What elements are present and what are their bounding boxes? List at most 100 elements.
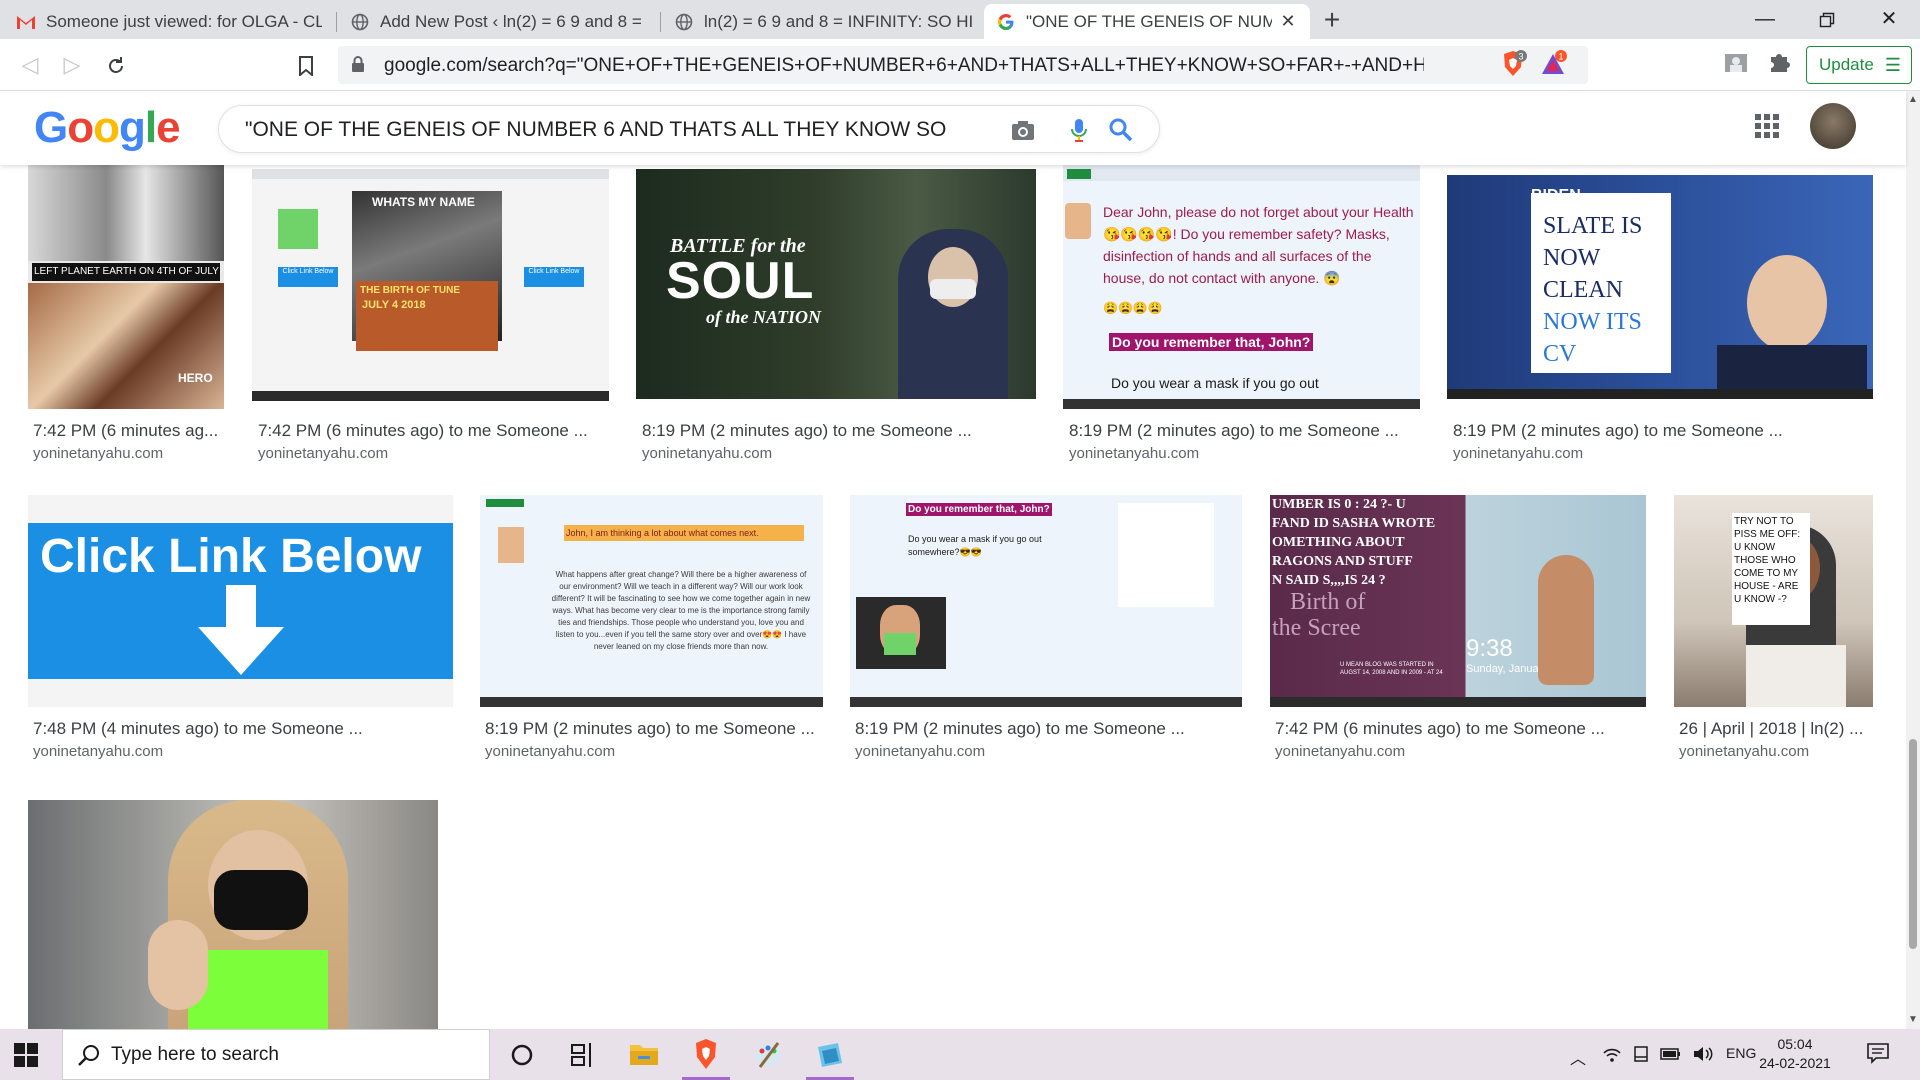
thumb-text: CV xyxy=(1543,341,1577,367)
tab-gmail[interactable]: Someone just viewed: for OLGA - CLEA xyxy=(4,4,334,39)
wifi-icon[interactable] xyxy=(1602,1045,1622,1068)
tab-title: ln(2) = 6 9 and 8 = INFINITY: SO HILLA xyxy=(704,11,972,31)
result-thumbnail[interactable]: BIDEN PRESIDENT SLATE IS NOW CLEAN NOW I… xyxy=(1447,175,1873,399)
forward-icon[interactable]: ▷ xyxy=(56,49,88,81)
image-result[interactable]: Click Link Below 7:48 PM (4 minutes ago)… xyxy=(28,495,453,795)
thumb-text: BIDEN xyxy=(1531,187,1581,204)
new-tab-button[interactable]: + xyxy=(1316,4,1348,36)
result-source[interactable]: yoninetanyahu.com xyxy=(258,445,388,462)
system-clock[interactable]: 05:04 24-02-2021 xyxy=(1756,1035,1834,1073)
result-source[interactable]: yoninetanyahu.com xyxy=(1679,743,1809,760)
scrollbar-thumb[interactable] xyxy=(1909,739,1917,949)
thumb-text: THE BIRTH OF TUNE xyxy=(360,285,460,296)
result-caption[interactable]: 7:42 PM (6 minutes ago) to me Someone ..… xyxy=(258,421,609,441)
volume-icon[interactable] xyxy=(1692,1045,1714,1068)
result-thumbnail[interactable]: BATTLE for the SOUL of the NATION xyxy=(636,169,1036,399)
task-view-icon[interactable] xyxy=(554,1029,610,1080)
result-source[interactable]: yoninetanyahu.com xyxy=(855,743,985,760)
result-source[interactable]: yoninetanyahu.com xyxy=(1453,445,1583,462)
result-thumbnail[interactable] xyxy=(28,800,438,1029)
cortana-icon[interactable] xyxy=(494,1029,550,1080)
update-button[interactable]: Update ☰ xyxy=(1806,46,1912,84)
thumb-text: TRY NOT TO PISS ME OFF: U KNOW THOSE WHO… xyxy=(1732,513,1810,625)
windows-start-icon[interactable] xyxy=(14,1043,38,1067)
close-window-icon[interactable]: ✕ xyxy=(1858,0,1920,39)
result-thumbnail[interactable]: WHATS MY NAME THE BIRTH OF TUNE JULY 4 2… xyxy=(252,169,609,401)
image-result[interactable]: Dear John, please do not forget about yo… xyxy=(1063,165,1420,465)
search-box[interactable]: "ONE OF THE GENEIS OF NUMBER 6 AND THATS… xyxy=(218,105,1160,153)
result-thumbnail[interactable]: Do you remember that, John? Do you wear … xyxy=(850,495,1242,707)
result-thumbnail[interactable]: TRY NOT TO PISS ME OFF: U KNOW THOSE WHO… xyxy=(1674,495,1873,707)
result-thumbnail[interactable]: UMBER IS 0 : 24 ?- U FAND ID SASHA WROTE… xyxy=(1270,495,1646,707)
image-result[interactable]: WHATS MY NAME THE BIRTH OF TUNE JULY 4 2… xyxy=(252,165,609,465)
thumb-text: NOW xyxy=(1543,245,1601,271)
language-indicator[interactable]: ENG xyxy=(1726,1045,1756,1061)
thumb-text: WHATS MY NAME xyxy=(372,195,475,209)
microphone-icon[interactable] xyxy=(1065,116,1093,144)
result-source[interactable]: yoninetanyahu.com xyxy=(33,743,163,760)
search-query[interactable]: "ONE OF THE GENEIS OF NUMBER 6 AND THATS… xyxy=(245,118,985,142)
result-caption[interactable]: 7:48 PM (4 minutes ago) to me Someone ..… xyxy=(33,719,453,739)
result-caption[interactable]: 8:19 PM (2 minutes ago) to me Someone ..… xyxy=(855,719,1242,739)
address-bar[interactable]: google.com/search?q="ONE+OF+THE+GENEIS+O… xyxy=(338,46,1588,84)
paint-icon[interactable] xyxy=(740,1029,796,1080)
result-thumbnail[interactable]: Dear John, please do not forget about yo… xyxy=(1063,165,1420,409)
close-tab-icon[interactable]: ✕ xyxy=(1278,11,1298,32)
bookmark-icon[interactable] xyxy=(290,49,322,81)
result-thumbnail[interactable]: LEFT PLANET EARTH ON 4TH OF JULY HERO xyxy=(28,165,224,409)
google-logo[interactable]: Google xyxy=(34,103,181,153)
result-source[interactable]: yoninetanyahu.com xyxy=(642,445,772,462)
image-result[interactable]: Do you remember that, John? Do you wear … xyxy=(850,495,1242,795)
google-apps-icon[interactable] xyxy=(1754,113,1780,139)
notifications-icon[interactable] xyxy=(1866,1041,1890,1070)
result-caption[interactable]: 26 | April | 2018 | ln(2) ... xyxy=(1679,719,1873,739)
image-result[interactable]: TRY NOT TO PISS ME OFF: U KNOW THOSE WHO… xyxy=(1674,495,1873,795)
profile-extension-icon[interactable] xyxy=(1722,49,1754,81)
taskbar-search[interactable]: Type here to search xyxy=(62,1029,490,1080)
down-arrow-icon xyxy=(198,585,284,675)
result-caption[interactable]: 8:19 PM (2 minutes ago) to me Someone ..… xyxy=(485,719,823,739)
search-icon[interactable] xyxy=(1107,116,1135,144)
result-caption[interactable]: 8:19 PM (2 minutes ago) to me Someone ..… xyxy=(1069,421,1420,441)
snipping-tool-icon[interactable] xyxy=(802,1029,858,1080)
result-source[interactable]: yoninetanyahu.com xyxy=(1069,445,1199,462)
thumb-text: Birth of xyxy=(1290,589,1366,615)
result-thumbnail[interactable]: John, I am thinking a lot about what com… xyxy=(480,495,823,707)
result-source[interactable]: yoninetanyahu.com xyxy=(485,743,615,760)
account-avatar[interactable] xyxy=(1810,103,1856,149)
tab-google-search[interactable]: "ONE OF THE GENEIS OF NUMBE ✕ xyxy=(984,4,1310,39)
page-scrollbar[interactable]: ▲ ▼ xyxy=(1906,91,1920,1029)
image-result[interactable] xyxy=(28,800,438,1029)
scroll-down-icon[interactable]: ▼ xyxy=(1906,1013,1920,1027)
result-caption[interactable]: 8:19 PM (2 minutes ago) to me Someone ..… xyxy=(1453,421,1873,441)
result-thumbnail[interactable]: Click Link Below xyxy=(28,495,453,707)
gmail-icon xyxy=(16,12,36,32)
result-caption[interactable]: 8:19 PM (2 minutes ago) to me Someone ..… xyxy=(642,421,1036,441)
image-result[interactable]: LEFT PLANET EARTH ON 4TH OF JULY HERO 7:… xyxy=(28,165,224,465)
image-result[interactable]: BATTLE for the SOUL of the NATION 8:19 P… xyxy=(636,165,1036,465)
back-icon[interactable]: ◁ xyxy=(14,49,46,81)
thumb-text: Dear John, please do not forget about yo… xyxy=(1103,204,1414,286)
reload-icon[interactable] xyxy=(100,49,132,81)
show-hidden-icons[interactable]: ︿ xyxy=(1570,1045,1586,1069)
camera-icon[interactable] xyxy=(1009,116,1037,144)
image-result[interactable]: UMBER IS 0 : 24 ?- U FAND ID SASHA WROTE… xyxy=(1270,495,1646,795)
result-caption[interactable]: 7:42 PM (6 minutes ag... xyxy=(33,421,224,441)
result-source[interactable]: yoninetanyahu.com xyxy=(33,445,163,462)
result-source[interactable]: yoninetanyahu.com xyxy=(1275,743,1405,760)
minimize-icon[interactable]: — xyxy=(1734,0,1796,39)
file-explorer-icon[interactable] xyxy=(616,1029,672,1080)
brave-shields-icon[interactable]: 3 xyxy=(1498,49,1530,81)
restore-icon[interactable] xyxy=(1796,0,1858,39)
result-caption[interactable]: 7:42 PM (6 minutes ago) to me Someone ..… xyxy=(1275,719,1646,739)
extensions-puzzle-icon[interactable] xyxy=(1766,49,1798,81)
tab-blog-post[interactable]: ln(2) = 6 9 and 8 = INFINITY: SO HILLA xyxy=(662,4,984,39)
tab-add-new-post[interactable]: Add New Post ‹ ln(2) = 6 9 and 8 = IN xyxy=(338,4,660,39)
tablet-icon[interactable] xyxy=(1632,1045,1650,1068)
image-result[interactable]: John, I am thinking a lot about what com… xyxy=(480,495,823,795)
brave-rewards-icon[interactable]: 1 xyxy=(1538,49,1570,81)
scroll-up-icon[interactable]: ▲ xyxy=(1906,93,1920,107)
battery-icon[interactable] xyxy=(1660,1045,1682,1068)
brave-browser-icon[interactable] xyxy=(678,1029,734,1080)
image-result[interactable]: BIDEN PRESIDENT SLATE IS NOW CLEAN NOW I… xyxy=(1447,165,1873,465)
